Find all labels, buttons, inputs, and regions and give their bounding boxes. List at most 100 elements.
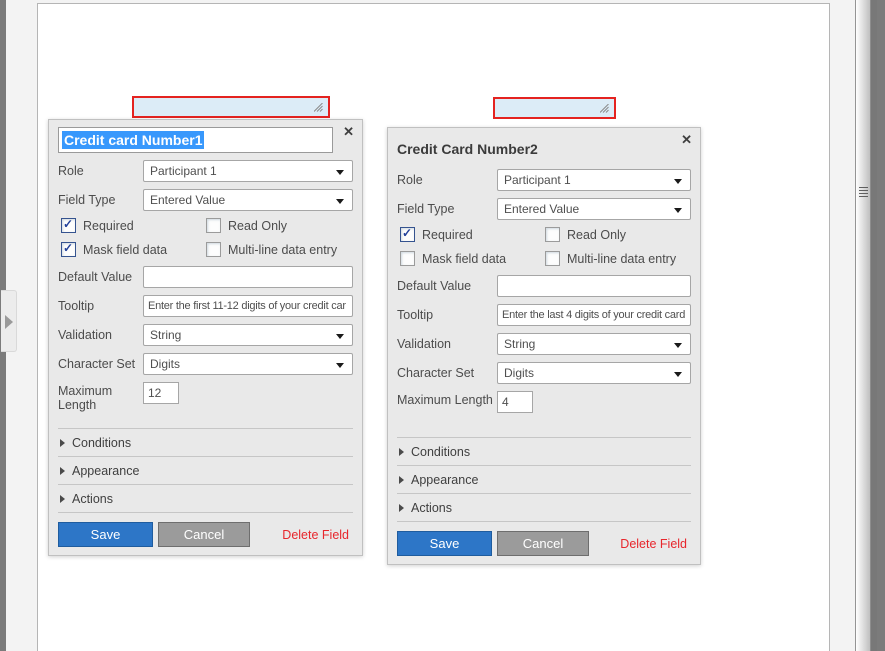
- validation-label: Validation: [397, 337, 497, 351]
- default-value-input[interactable]: [497, 275, 691, 297]
- expand-arrow-icon: [399, 476, 404, 484]
- role-select[interactable]: Participant 1: [497, 169, 691, 191]
- vertical-scrollbar[interactable]: [855, 0, 871, 651]
- checkbox-icon[interactable]: [400, 227, 415, 242]
- validation-select[interactable]: String: [143, 324, 353, 346]
- expand-arrow-icon: [60, 467, 65, 475]
- tooltip-label: Tooltip: [397, 308, 497, 322]
- save-button[interactable]: Save: [58, 522, 153, 547]
- dialog-buttons: Save Cancel Delete Field: [397, 521, 691, 556]
- max-length-input[interactable]: 12: [143, 382, 179, 404]
- read-only-checkbox[interactable]: Read Only: [206, 218, 287, 233]
- field-type-select[interactable]: Entered Value: [143, 189, 353, 211]
- default-value-row: Default Value: [397, 275, 691, 297]
- resize-handle-icon[interactable]: [314, 103, 323, 112]
- left-panel-expand-button[interactable]: [1, 290, 17, 352]
- character-set-value: Digits: [504, 366, 534, 380]
- delete-field-link[interactable]: Delete Field: [282, 528, 353, 542]
- role-select[interactable]: Participant 1: [143, 160, 353, 182]
- actions-section[interactable]: Actions: [58, 484, 353, 512]
- close-icon[interactable]: ✕: [681, 133, 692, 146]
- multiline-label: Multi-line data entry: [228, 243, 337, 257]
- mask-field-data-label: Mask field data: [422, 252, 506, 266]
- cancel-button[interactable]: Cancel: [158, 522, 250, 547]
- role-row: Role Participant 1: [58, 160, 353, 182]
- role-value: Participant 1: [150, 164, 217, 178]
- checkbox-icon[interactable]: [61, 218, 76, 233]
- scrollbar-grip-icon[interactable]: [859, 187, 868, 198]
- role-value: Participant 1: [504, 173, 571, 187]
- max-length-row: Maximum Length 12: [58, 382, 353, 418]
- checkbox-icon[interactable]: [61, 242, 76, 257]
- required-checkbox[interactable]: Required: [61, 218, 206, 233]
- tooltip-text: Enter the first 11-12 digits of your cre…: [148, 300, 346, 312]
- tooltip-text: Enter the last 4 digits of your credit c…: [502, 309, 685, 321]
- conditions-section[interactable]: Conditions: [397, 437, 691, 465]
- tooltip-label: Tooltip: [58, 299, 143, 313]
- field-name-input[interactable]: Credit card Number1: [58, 127, 333, 153]
- appearance-label: Appearance: [72, 464, 139, 478]
- checkbox-row-1: Required Read Only: [400, 227, 691, 242]
- expand-arrow-icon: [399, 504, 404, 512]
- field-type-value: Entered Value: [150, 193, 225, 207]
- validation-select[interactable]: String: [497, 333, 691, 355]
- character-set-select[interactable]: Digits: [497, 362, 691, 384]
- field-properties-dialog-2: ✕ Credit Card Number2 Role Participant 1…: [387, 127, 701, 565]
- tooltip-input[interactable]: Enter the first 11-12 digits of your cre…: [143, 295, 353, 317]
- checkbox-icon[interactable]: [545, 251, 560, 266]
- role-label: Role: [58, 164, 143, 178]
- multiline-checkbox[interactable]: Multi-line data entry: [545, 251, 676, 266]
- conditions-label: Conditions: [411, 445, 470, 459]
- mask-field-data-checkbox[interactable]: Mask field data: [61, 242, 206, 257]
- actions-label: Actions: [72, 492, 113, 506]
- resize-handle-icon[interactable]: [600, 104, 609, 113]
- read-only-label: Read Only: [567, 228, 626, 242]
- character-set-value: Digits: [150, 357, 180, 371]
- max-length-label: Maximum Length: [58, 382, 143, 412]
- max-length-input[interactable]: 4: [497, 391, 533, 413]
- default-value-input[interactable]: [143, 266, 353, 288]
- credit-card-number2-field[interactable]: [493, 97, 616, 119]
- field-type-value: Entered Value: [504, 202, 579, 216]
- appearance-label: Appearance: [411, 473, 478, 487]
- validation-value: String: [150, 328, 181, 342]
- close-icon[interactable]: ✕: [343, 125, 354, 138]
- validation-row: Validation String: [397, 333, 691, 355]
- delete-field-link[interactable]: Delete Field: [620, 537, 691, 551]
- appearance-section[interactable]: Appearance: [58, 456, 353, 484]
- actions-section[interactable]: Actions: [397, 493, 691, 521]
- cancel-button[interactable]: Cancel: [497, 531, 589, 556]
- multiline-checkbox[interactable]: Multi-line data entry: [206, 242, 337, 257]
- max-length-value: 4: [502, 395, 509, 409]
- tooltip-input[interactable]: Enter the last 4 digits of your credit c…: [497, 304, 691, 326]
- required-label: Required: [422, 228, 473, 242]
- checkbox-icon[interactable]: [206, 218, 221, 233]
- required-checkbox[interactable]: Required: [400, 227, 545, 242]
- multiline-label: Multi-line data entry: [567, 252, 676, 266]
- required-label: Required: [83, 219, 134, 233]
- character-set-select[interactable]: Digits: [143, 353, 353, 375]
- expand-arrow-icon: [399, 448, 404, 456]
- appearance-section[interactable]: Appearance: [397, 465, 691, 493]
- checkbox-row-2: Mask field data Multi-line data entry: [400, 251, 691, 266]
- document-canvas: ✕ Credit card Number1 Role Participant 1…: [6, 0, 861, 651]
- mask-field-data-checkbox[interactable]: Mask field data: [400, 251, 545, 266]
- field-type-row: Field Type Entered Value: [58, 189, 353, 211]
- dialog-title: Credit Card Number2: [397, 141, 691, 157]
- credit-card-number1-field[interactable]: [132, 96, 330, 118]
- read-only-checkbox[interactable]: Read Only: [545, 227, 626, 242]
- checkbox-icon[interactable]: [206, 242, 221, 257]
- character-set-row: Character Set Digits: [58, 353, 353, 375]
- window-right-edge: [877, 0, 885, 651]
- conditions-section[interactable]: Conditions: [58, 428, 353, 456]
- character-set-row: Character Set Digits: [397, 362, 691, 384]
- validation-row: Validation String: [58, 324, 353, 346]
- field-type-select[interactable]: Entered Value: [497, 198, 691, 220]
- save-button[interactable]: Save: [397, 531, 492, 556]
- max-length-label: Maximum Length: [397, 391, 497, 407]
- role-row: Role Participant 1: [397, 169, 691, 191]
- validation-label: Validation: [58, 328, 143, 342]
- checkbox-icon[interactable]: [545, 227, 560, 242]
- checkbox-icon[interactable]: [400, 251, 415, 266]
- field-type-row: Field Type Entered Value: [397, 198, 691, 220]
